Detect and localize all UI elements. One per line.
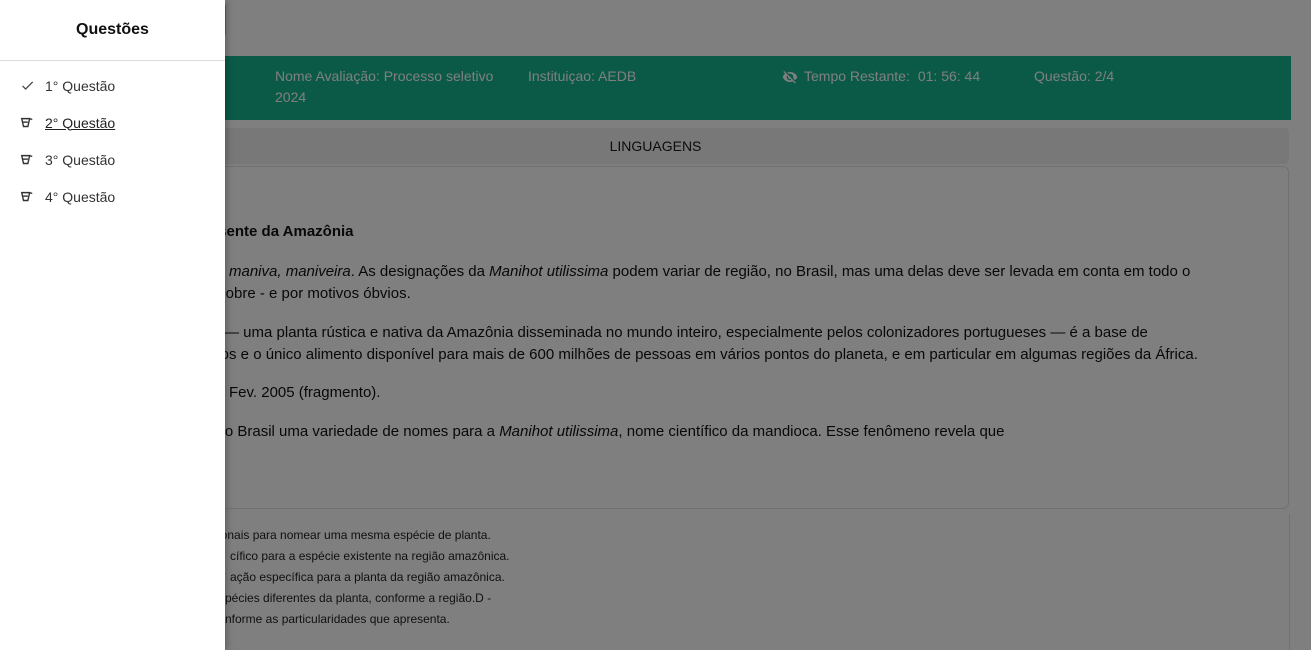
question-item-label: 1° Questão	[45, 77, 116, 94]
question-item-1[interactable]: 1° Questão	[0, 67, 225, 104]
questions-drawer: Questões 1° Questão 2° Questão 3° Questã…	[0, 0, 225, 650]
question-item-label: 4° Questão	[45, 188, 116, 205]
question-item-3[interactable]: 3° Questão	[0, 141, 225, 178]
question-list: 1° Questão 2° Questão 3° Questão 4° Ques…	[0, 61, 225, 215]
pending-icon	[19, 189, 35, 205]
question-item-label: 2° Questão	[45, 114, 116, 131]
question-item-label: 3° Questão	[45, 151, 116, 168]
pending-icon	[19, 115, 35, 131]
pending-icon	[19, 152, 35, 168]
question-item-2[interactable]: 2° Questão	[0, 104, 225, 141]
check-icon	[19, 78, 35, 94]
question-item-4[interactable]: 4° Questão	[0, 178, 225, 215]
drawer-title: Questões	[0, 0, 225, 61]
